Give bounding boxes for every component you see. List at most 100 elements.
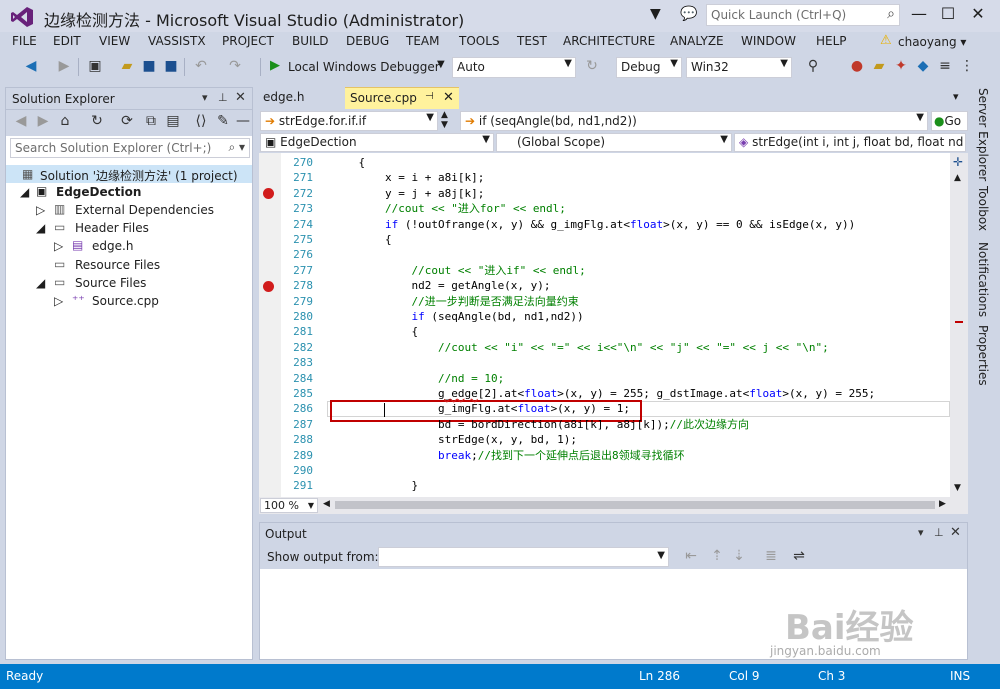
tree-header-files[interactable]: Header Files (75, 221, 149, 235)
method-scope-combo[interactable]: ➔ if (seqAngle(bd, nd1,nd2)) ▼ (460, 111, 928, 131)
chevron-down-icon[interactable]: ▾ (202, 91, 208, 104)
play-icon[interactable]: ▶ (270, 58, 280, 73)
close-button[interactable]: ✕ (966, 4, 990, 23)
tree-project-label[interactable]: EdgeDection (56, 185, 141, 199)
properties-icon[interactable]: ✎ (214, 113, 232, 129)
quick-launch-input[interactable]: Quick Launch (Ctrl+Q) ⌕ (706, 4, 900, 26)
solution-search-input[interactable]: Search Solution Explorer (Ctrl+;) ⌕ ▾ (10, 138, 250, 158)
minimize-button[interactable]: — (907, 4, 931, 23)
platform-combo[interactable]: Win32 ▼ (686, 57, 792, 78)
menu-window[interactable]: WINDOW (741, 34, 796, 48)
expand-arrow-icon[interactable]: ▷ (36, 203, 45, 217)
menu-team[interactable]: TEAM (406, 34, 439, 48)
expand-arrow-icon[interactable]: ◢ (36, 221, 45, 235)
breakpoint-icon[interactable] (263, 281, 274, 292)
find-message-icon[interactable]: ⇤ (682, 548, 700, 564)
scroll-up-down-icon[interactable]: ▲ ▼ (441, 110, 448, 130)
expand-arrow-icon[interactable]: ▷ (54, 239, 63, 253)
notification-flag-icon[interactable]: ▼ (650, 6, 661, 22)
undo-icon[interactable]: ↶ (192, 58, 210, 74)
menu-test[interactable]: TEST (517, 34, 547, 48)
comment-icon[interactable]: ≡ (936, 58, 954, 74)
sync-icon[interactable]: ↻ (88, 113, 106, 129)
breakpoint-icon[interactable] (263, 188, 274, 199)
back-icon[interactable]: ◀ (12, 113, 30, 129)
forward-icon[interactable]: ▶ (34, 113, 52, 129)
refresh-icon[interactable]: ⟳ (118, 113, 136, 129)
zoom-combo[interactable]: 100 % ▼ (260, 498, 318, 513)
toolbar-overflow-icon[interactable]: ⋮ (958, 58, 976, 74)
clear-all-icon[interactable]: ≣ (762, 548, 780, 564)
code-editor[interactable]: 270 271 272 273 274 275 276 277 278 279 … (259, 153, 968, 497)
properties-tab[interactable]: Properties (976, 325, 990, 386)
expand-arrow-icon[interactable]: ◢ (20, 185, 29, 199)
view-code-icon[interactable]: ⟨⟩ (192, 113, 210, 129)
scroll-right-icon[interactable]: ▶ (939, 499, 946, 509)
scroll-left-icon[interactable]: ◀ (323, 499, 330, 509)
tab-list-dropdown-icon[interactable]: ▾ (953, 90, 959, 103)
close-icon[interactable]: ✕ (443, 90, 454, 105)
vassistx-open-icon[interactable]: ▰ (870, 58, 888, 74)
expand-arrow-icon[interactable]: ◢ (36, 276, 45, 290)
solution-config-auto-combo[interactable]: Auto ▼ (452, 57, 576, 78)
navigate-forward-icon[interactable]: ▶ (55, 58, 73, 74)
split-icon[interactable]: ✛ (953, 155, 963, 169)
context-scope-combo[interactable]: ➔ strEdge.for.if.if ▼ (260, 111, 438, 131)
vassistx-find-icon[interactable]: ✦ (892, 58, 910, 74)
word-wrap-icon[interactable]: ⇌ (790, 548, 808, 564)
show-all-files-icon[interactable]: ▤ (164, 113, 182, 129)
feedback-icon[interactable]: 💬 (680, 6, 697, 22)
menu-help[interactable]: HELP (816, 34, 847, 48)
vertical-scrollbar[interactable]: ✛ ▲ ▼ (950, 153, 968, 497)
vassistx-icon[interactable]: ● (848, 58, 866, 74)
menu-architecture[interactable]: ARCHITECTURE (563, 34, 655, 48)
tree-source-files[interactable]: Source Files (75, 276, 146, 290)
breakpoint-gutter[interactable] (259, 153, 281, 497)
go-button[interactable]: ●Go (931, 111, 968, 131)
tab-edge-h[interactable]: edge.h (259, 87, 345, 109)
output-source-combo[interactable]: ▼ (378, 547, 669, 567)
pin-icon[interactable]: ⊥ (934, 526, 944, 539)
notifications-tab[interactable]: Notifications (976, 242, 990, 317)
function-combo[interactable]: ◈ strEdge(int i, int j, float bd, float … (734, 133, 966, 152)
menu-file[interactable]: FILE (12, 34, 37, 48)
save-icon[interactable]: ■ (140, 58, 158, 74)
find-in-files-icon[interactable]: ⚲ (804, 58, 822, 74)
more-icon[interactable]: — (234, 113, 252, 129)
menu-project[interactable]: PROJECT (222, 34, 274, 48)
menu-tools[interactable]: TOOLS (459, 34, 500, 48)
tree-resource-files[interactable]: Resource Files (75, 258, 160, 272)
project-combo[interactable]: ▣ EdgeDection ▼ (260, 133, 494, 152)
close-icon[interactable]: ✕ (235, 90, 246, 105)
maximize-button[interactable]: ☐ (936, 4, 960, 23)
next-message-icon[interactable]: ⇣ (730, 548, 748, 564)
menu-edit[interactable]: EDIT (53, 34, 81, 48)
navigate-back-icon[interactable]: ◀ (22, 58, 40, 74)
vassistx-refactor-icon[interactable]: ◆ (914, 58, 932, 74)
global-scope-combo[interactable]: (Global Scope) ▼ (496, 133, 732, 152)
save-all-icon[interactable]: ■ (162, 58, 180, 74)
new-project-icon[interactable]: ▣ (86, 58, 104, 74)
user-name[interactable]: chaoyang ▾ (898, 35, 966, 49)
menu-debug[interactable]: DEBUG (346, 34, 389, 48)
redo-icon[interactable]: ↷ (226, 58, 244, 74)
tree-source-cpp[interactable]: Source.cpp (92, 294, 159, 308)
horizontal-scroll-thumb[interactable] (335, 501, 935, 509)
tree-edge-h[interactable]: edge.h (92, 239, 133, 253)
server-explorer-tab[interactable]: Server Explorer (976, 88, 990, 181)
open-file-icon[interactable]: ▰ (118, 58, 136, 74)
start-debugger-button[interactable]: Local Windows Debugger (288, 60, 440, 74)
tree-solution-row[interactable]: ▦ Solution '边缘检测方法' (1 project) (6, 165, 252, 183)
tab-source-cpp[interactable]: Source.cpp ⊣ ✕ (345, 87, 459, 109)
refresh-icon[interactable]: ↻ (583, 58, 601, 74)
scroll-down-icon[interactable]: ▼ (954, 483, 961, 493)
pin-icon[interactable]: ⊥ (218, 91, 228, 104)
toolbox-tab[interactable]: Toolbox (976, 186, 990, 231)
collapse-all-icon[interactable]: ⧉ (142, 113, 160, 129)
configuration-combo[interactable]: Debug ▼ (616, 57, 682, 78)
menu-view[interactable]: VIEW (99, 34, 130, 48)
close-icon[interactable]: ✕ (950, 525, 961, 540)
scroll-up-icon[interactable]: ▲ (954, 173, 961, 183)
chevron-down-icon[interactable]: ▾ (918, 526, 924, 539)
expand-arrow-icon[interactable]: ▷ (54, 294, 63, 308)
